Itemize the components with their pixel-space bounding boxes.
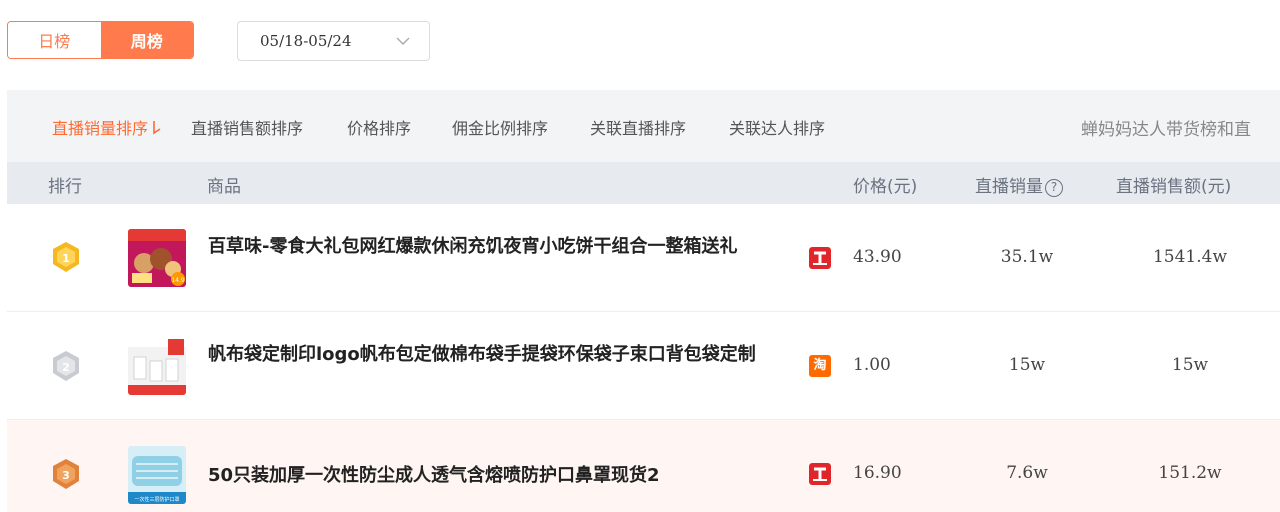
product-image[interactable]: 14.9 bbox=[128, 229, 186, 287]
amount-value: 15w bbox=[1171, 355, 1209, 375]
col-sales-label: 直播销量 bbox=[975, 177, 1043, 197]
sort-bar: 直播销量排序 直播销售额排序 价格排序 佣金比例排序 关联直播排序 关联达人排序… bbox=[7, 90, 1280, 162]
price-value: 1.00 bbox=[853, 355, 891, 375]
table-row[interactable]: 2 帆布袋定制印logo帆布包定做棉布袋手提袋环保袋子束口背包袋定制 淘 1.0… bbox=[7, 312, 1280, 420]
chevron-down-icon bbox=[396, 37, 410, 45]
sort-desc-icon bbox=[153, 121, 161, 135]
svg-text:14.9: 14.9 bbox=[171, 277, 185, 284]
sort-related-influencer[interactable]: 关联达人排序 bbox=[729, 115, 825, 139]
sort-live-amount[interactable]: 直播销售额排序 bbox=[191, 115, 303, 139]
col-sales: 直播销量? bbox=[975, 172, 1063, 197]
table-header: 排行 商品 价格(元) 直播销量? 直播销售额(元) bbox=[7, 162, 1280, 204]
table-row[interactable]: 1 14.9 百草味-零食大礼包网红爆款休闲充饥夜宵小吃饼干组合一整箱送礼 43… bbox=[7, 204, 1280, 312]
col-price: 价格(元) bbox=[853, 177, 918, 197]
product-image[interactable]: 一次性三层防护口罩 bbox=[128, 446, 186, 504]
product-name[interactable]: 百草味-零食大礼包网红爆款休闲充饥夜宵小吃饼干组合一整箱送礼 bbox=[208, 234, 808, 260]
date-range-value: 05/18-05/24 bbox=[260, 32, 352, 50]
svg-text:一次性三层防护口罩: 一次性三层防护口罩 bbox=[134, 496, 179, 503]
amount-value: 151.2w bbox=[1158, 463, 1222, 483]
col-product: 商品 bbox=[207, 177, 241, 197]
tmall-icon bbox=[809, 463, 831, 485]
col-rank: 排行 bbox=[48, 177, 82, 197]
col-amount: 直播销售额(元) bbox=[1116, 177, 1232, 197]
svg-text:2: 2 bbox=[62, 361, 70, 374]
sort-price[interactable]: 价格排序 bbox=[347, 115, 411, 139]
table-row[interactable]: 3 一次性三层防护口罩 50只装加厚一次性防尘成人透气含熔喷防护口鼻罩现货2 1… bbox=[7, 420, 1280, 512]
svg-text:1: 1 bbox=[62, 252, 70, 265]
sales-value: 35.1w bbox=[1000, 247, 1054, 267]
sort-commission[interactable]: 佣金比例排序 bbox=[452, 115, 548, 139]
taobao-icon: 淘 bbox=[809, 355, 831, 377]
svg-text:3: 3 bbox=[62, 469, 70, 482]
bronze-medal-icon: 3 bbox=[53, 459, 79, 489]
sort-live-sales[interactable]: 直播销量排序 bbox=[52, 115, 161, 139]
product-name[interactable]: 帆布袋定制印logo帆布包定做棉布袋手提袋环保袋子束口背包袋定制 bbox=[208, 342, 808, 368]
help-icon[interactable]: ? bbox=[1045, 179, 1063, 197]
date-range-select[interactable]: 05/18-05/24 bbox=[237, 21, 430, 61]
ranking-title: 蝉妈妈达人带货榜和直 bbox=[1081, 120, 1251, 140]
period-toggle: 日榜 周榜 bbox=[7, 21, 194, 59]
sort-related-live[interactable]: 关联直播排序 bbox=[590, 115, 686, 139]
daily-tab[interactable]: 日榜 bbox=[8, 22, 101, 58]
silver-medal-icon: 2 bbox=[53, 351, 79, 381]
sales-value: 7.6w bbox=[1006, 463, 1048, 483]
product-name[interactable]: 50只装加厚一次性防尘成人透气含熔喷防护口鼻罩现货2 bbox=[208, 463, 808, 489]
sort-live-sales-label: 直播销量排序 bbox=[52, 119, 149, 138]
tmall-icon bbox=[809, 247, 831, 269]
weekly-tab[interactable]: 周榜 bbox=[100, 22, 193, 58]
price-value: 43.90 bbox=[853, 247, 902, 267]
price-value: 16.90 bbox=[853, 463, 902, 483]
product-image[interactable] bbox=[128, 337, 186, 395]
gold-medal-icon: 1 bbox=[53, 242, 79, 272]
amount-value: 1541.4w bbox=[1152, 247, 1228, 267]
sales-value: 15w bbox=[1008, 355, 1046, 375]
